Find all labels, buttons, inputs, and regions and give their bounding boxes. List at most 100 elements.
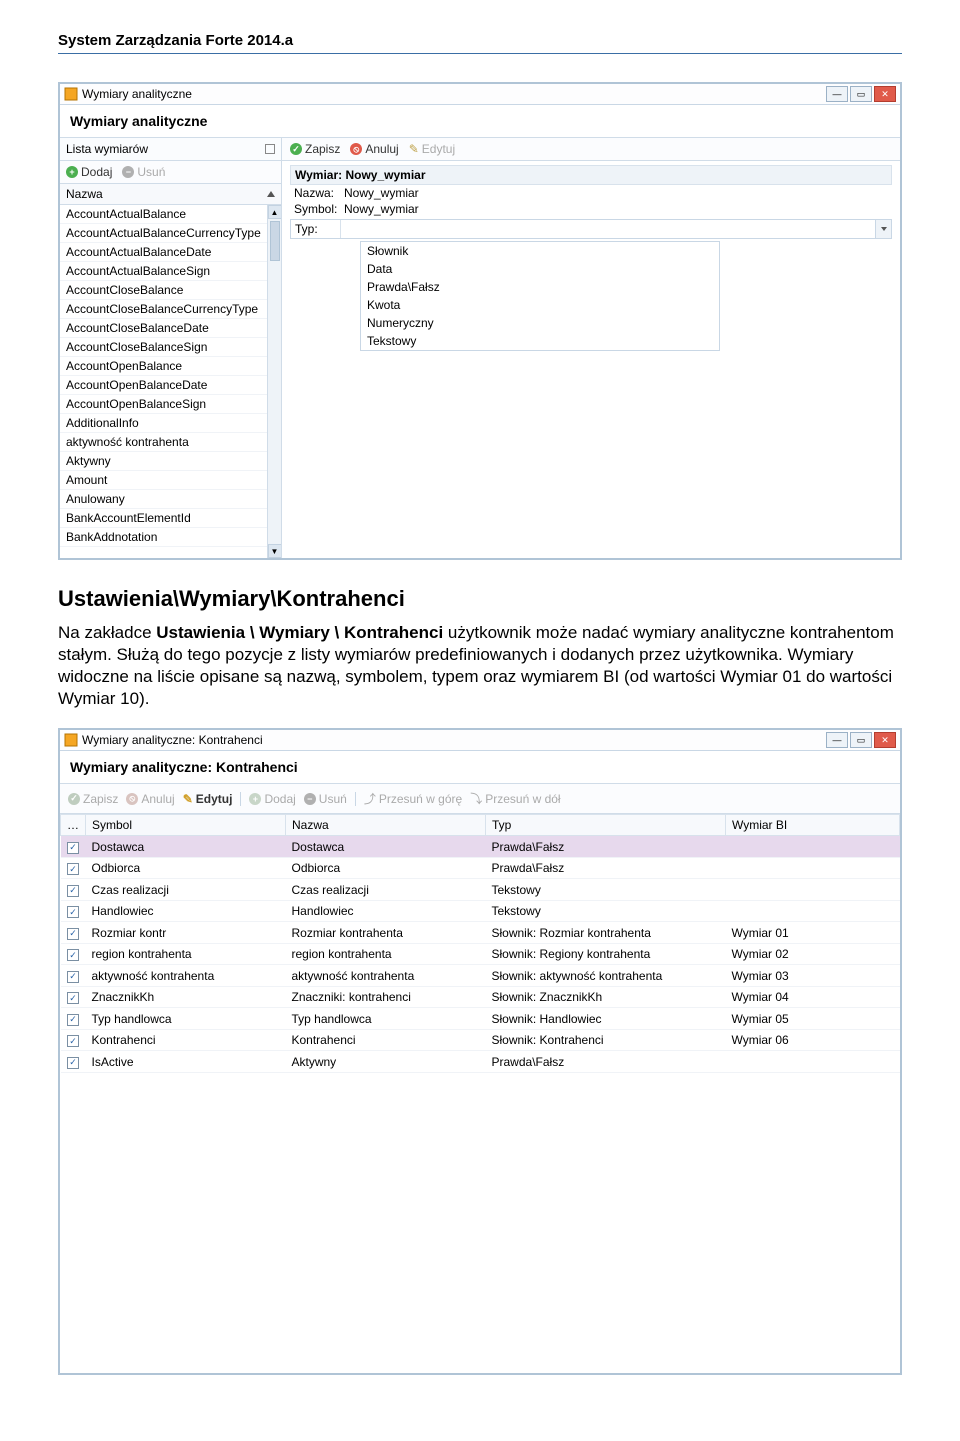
col-header-nazwa[interactable]: Nazwa — [286, 815, 486, 836]
checkbox[interactable]: ✓ — [67, 863, 79, 875]
list-item[interactable]: AccountCloseBalanceDate — [60, 319, 281, 338]
col-header-check[interactable]: … — [61, 815, 86, 836]
maximize-button[interactable]: ▭ — [850, 86, 872, 102]
add-button: + Dodaj — [249, 792, 295, 806]
list-item[interactable]: AccountCloseBalanceCurrencyType — [60, 300, 281, 319]
table-row[interactable]: ✓DostawcaDostawcaPrawda\Fałsz — [61, 836, 900, 858]
minus-icon: − — [304, 793, 316, 805]
close-button[interactable]: ✕ — [874, 86, 896, 102]
plus-icon: + — [66, 166, 78, 178]
dimension-list[interactable]: AccountActualBalanceAccountActualBalance… — [60, 205, 281, 558]
dropdown-item[interactable]: Słownik — [361, 242, 719, 260]
edit-button[interactable]: ✎ Edytuj — [183, 792, 233, 806]
list-item[interactable]: AdditionalInfo — [60, 414, 281, 433]
checkbox[interactable]: ✓ — [67, 971, 79, 983]
list-item[interactable]: AccountActualBalanceCurrencyType — [60, 224, 281, 243]
table-row[interactable]: ✓Czas realizacjiCzas realizacjiTekstowy — [61, 879, 900, 901]
par-part-1: Na zakładce — [58, 623, 156, 642]
checkbox[interactable]: ✓ — [67, 842, 79, 854]
delete-button: − Usuń — [304, 792, 347, 806]
cell-bi: Wymiar 01 — [726, 922, 900, 944]
dropdown-item[interactable]: Data — [361, 260, 719, 278]
cell-bi — [726, 1051, 900, 1073]
table-row[interactable]: ✓KontrahenciKontrahenciSłownik: Kontrahe… — [61, 1029, 900, 1051]
dropdown-item[interactable]: Numeryczny — [361, 314, 719, 332]
checkbox[interactable]: ✓ — [67, 906, 79, 918]
scroll-down-button[interactable]: ▼ — [268, 544, 282, 558]
check-icon: ✓ — [290, 143, 302, 155]
edit-button: ✎ Edytuj — [409, 142, 455, 156]
dropdown-item[interactable]: Kwota — [361, 296, 719, 314]
checkbox[interactable]: ✓ — [67, 1014, 79, 1026]
checkbox[interactable]: ✓ — [67, 928, 79, 940]
close-button[interactable]: ✕ — [874, 732, 896, 748]
list-item[interactable]: AccountOpenBalanceSign — [60, 395, 281, 414]
checkbox[interactable]: ✓ — [67, 992, 79, 1004]
list-item[interactable]: AccountOpenBalanceDate — [60, 376, 281, 395]
cancel-button[interactable]: ⦸ Anuluj — [350, 142, 398, 156]
section-title: Ustawienia\Wymiary\Kontrahenci — [58, 586, 902, 612]
list-item[interactable]: AccountActualBalanceDate — [60, 243, 281, 262]
list-item[interactable]: AccountCloseBalance — [60, 281, 281, 300]
table-row[interactable]: ✓IsActiveAktywnyPrawda\Fałsz — [61, 1051, 900, 1073]
table-row[interactable]: ✓Typ handlowcaTyp handlowcaSłownik: Hand… — [61, 1008, 900, 1030]
pin-icon[interactable] — [265, 144, 275, 154]
list-item[interactable]: AccountOpenBalance — [60, 357, 281, 376]
scrollbar[interactable]: ▲ ▼ — [267, 205, 281, 558]
delete-label: Usuń — [137, 165, 165, 179]
cell-typ: Prawda\Fałsz — [486, 1051, 726, 1073]
move-up-label: Przesuń w górę — [379, 792, 462, 806]
table-row[interactable]: ✓region kontrahentaregion kontrahentaSło… — [61, 943, 900, 965]
table-row[interactable]: ✓Rozmiar kontrRozmiar kontrahentaSłownik… — [61, 922, 900, 944]
list-item[interactable]: AccountActualBalance — [60, 205, 281, 224]
list-item[interactable]: Aktywny — [60, 452, 281, 471]
list-item[interactable]: BankAddnotation — [60, 528, 281, 547]
minimize-button[interactable]: — — [826, 732, 848, 748]
list-item[interactable]: AccountActualBalanceSign — [60, 262, 281, 281]
checkbox[interactable]: ✓ — [67, 1057, 79, 1069]
list-item[interactable]: aktywność kontrahenta — [60, 433, 281, 452]
typ-dropdown-list[interactable]: SłownikDataPrawda\FałszKwotaNumerycznyTe… — [360, 241, 720, 351]
checkbox[interactable]: ✓ — [67, 1035, 79, 1047]
edit-label: Edytuj — [196, 792, 233, 806]
list-item[interactable]: AccountCloseBalanceSign — [60, 338, 281, 357]
table-row[interactable]: ✓ZnacznikKhZnaczniki: kontrahenciSłownik… — [61, 986, 900, 1008]
window-kontrahenci: Wymiary analityczne: Kontrahenci — ▭ ✕ W… — [58, 728, 902, 1375]
col-header-symbol[interactable]: Symbol — [86, 815, 286, 836]
chevron-down-icon — [881, 227, 887, 231]
arrow-down-icon: ⤵ — [470, 790, 482, 807]
list-item[interactable]: Amount — [60, 471, 281, 490]
checkbox[interactable]: ✓ — [67, 949, 79, 961]
cell-typ: Tekstowy — [486, 879, 726, 901]
column-header-nazwa[interactable]: Nazwa — [66, 187, 103, 201]
scroll-thumb[interactable] — [270, 221, 280, 261]
dropdown-item[interactable]: Tekstowy — [361, 332, 719, 350]
sort-ascending-icon[interactable] — [267, 191, 275, 197]
delete-label: Usuń — [319, 792, 347, 806]
cell-bi — [726, 900, 900, 922]
empty-area — [60, 1073, 900, 1373]
table-row[interactable]: ✓OdbiorcaOdbiorcaPrawda\Fałsz — [61, 857, 900, 879]
cell-nazwa: Znaczniki: kontrahenci — [286, 986, 486, 1008]
col-header-wymiar-bi[interactable]: Wymiar BI — [726, 815, 900, 836]
add-button[interactable]: + Dodaj — [66, 165, 112, 179]
typ-input[interactable] — [341, 220, 875, 238]
dropdown-toggle[interactable] — [875, 220, 891, 238]
checkbox[interactable]: ✓ — [67, 885, 79, 897]
typ-select[interactable]: Typ: — [290, 219, 892, 239]
minimize-button[interactable]: — — [826, 86, 848, 102]
save-button[interactable]: ✓ Zapisz — [290, 142, 340, 156]
col-header-typ[interactable]: Typ — [486, 815, 726, 836]
list-item[interactable]: Anulowany — [60, 490, 281, 509]
scroll-up-button[interactable]: ▲ — [268, 205, 282, 219]
cell-typ: Prawda\Fałsz — [486, 836, 726, 858]
table-row[interactable]: ✓HandlowiecHandlowiecTekstowy — [61, 900, 900, 922]
delete-button[interactable]: − Usuń — [122, 165, 165, 179]
add-label: Dodaj — [81, 165, 112, 179]
table-row[interactable]: ✓aktywność kontrahentaaktywność kontrahe… — [61, 965, 900, 987]
list-item[interactable]: BankAccountElementId — [60, 509, 281, 528]
separator — [355, 792, 356, 806]
dropdown-item[interactable]: Prawda\Fałsz — [361, 278, 719, 296]
plus-icon: + — [249, 793, 261, 805]
maximize-button[interactable]: ▭ — [850, 732, 872, 748]
